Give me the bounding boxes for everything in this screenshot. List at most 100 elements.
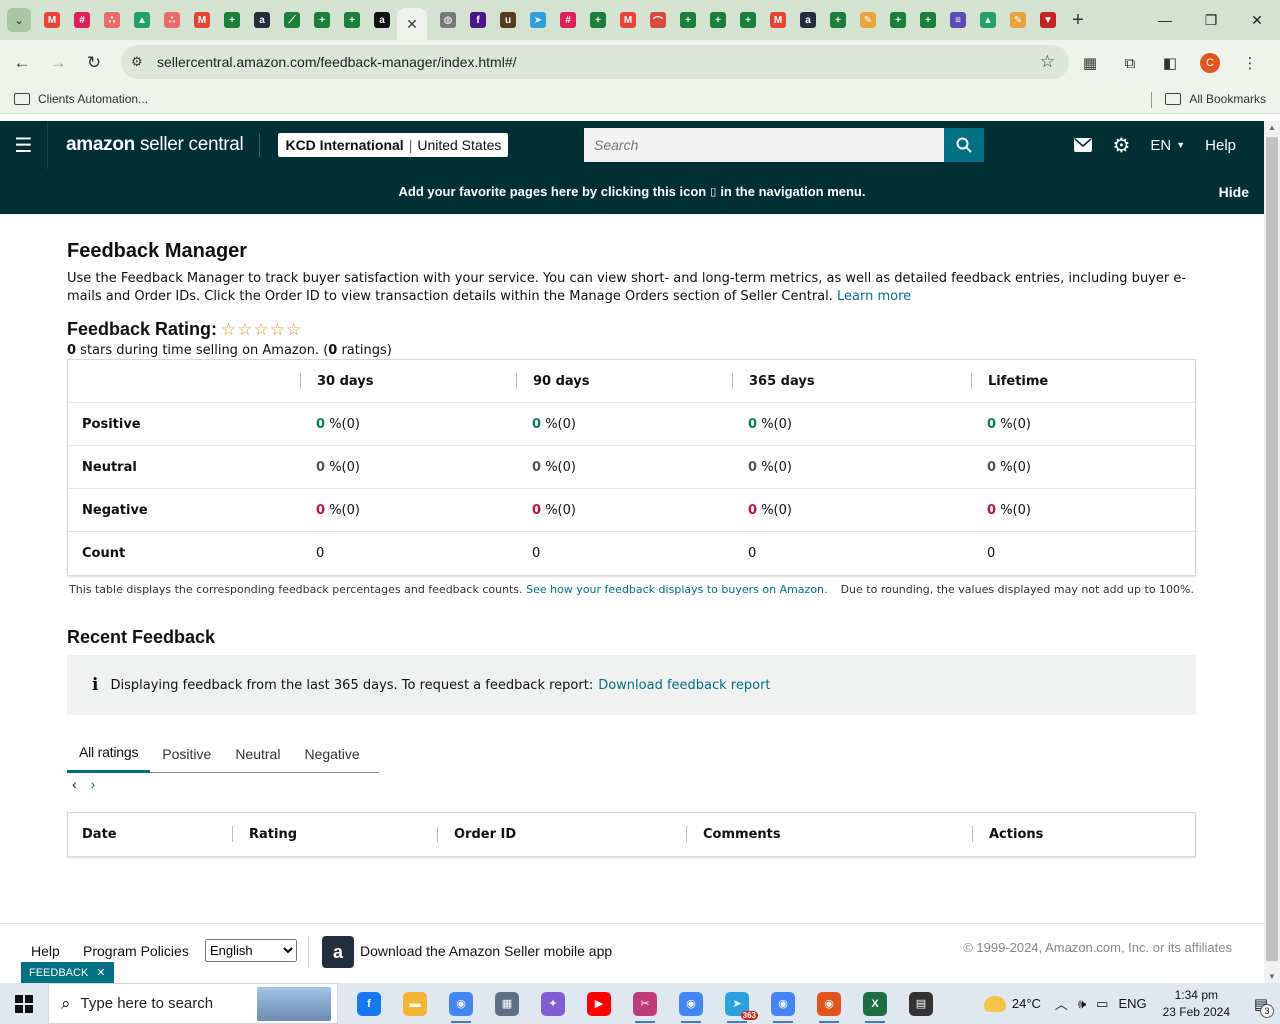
taskbar-app[interactable]: ▶ <box>576 983 622 1024</box>
browser-menu-icon[interactable]: ⋮ <box>1232 45 1268 81</box>
taskbar-app[interactable]: ◉ <box>806 983 852 1024</box>
active-tab-close-icon[interactable]: ✕ <box>397 8 427 40</box>
browser-tab[interactable]: ⌒ <box>643 5 673 35</box>
tray-overflow-chevron-icon[interactable]: ︿ <box>1055 994 1068 1013</box>
browser-tab[interactable]: ◍ <box>433 5 463 35</box>
browser-tab[interactable]: ▲ <box>127 5 157 35</box>
feedback-display-link[interactable]: See how your feedback displays to buyers… <box>526 583 827 596</box>
scroll-up-icon[interactable]: ▲ <box>1268 123 1276 132</box>
column-date[interactable]: Date <box>82 827 117 842</box>
browser-tab[interactable]: ▲ <box>973 5 1003 35</box>
side-panel-icon[interactable]: ◧ <box>1152 45 1188 81</box>
all-bookmarks-button[interactable]: All Bookmarks <box>1165 92 1266 106</box>
download-report-link[interactable]: Download feedback report <box>598 678 770 693</box>
minimize-icon[interactable]: — <box>1142 0 1188 40</box>
tab-neutral[interactable]: Neutral <box>223 734 292 773</box>
browser-tab[interactable]: a <box>367 5 397 35</box>
scroll-down-icon[interactable]: ▼ <box>1268 972 1276 981</box>
learn-more-link[interactable]: Learn more <box>837 289 911 304</box>
hamburger-menu-icon[interactable]: ☰ <box>0 121 48 169</box>
language-selector[interactable]: EN ▼ <box>1140 121 1195 169</box>
mail-icon[interactable] <box>1064 121 1102 169</box>
taskbar-search-box[interactable]: ⌕ Type here to search <box>48 983 338 1024</box>
browser-tab[interactable]: M <box>763 5 793 35</box>
page-scrollbar[interactable]: ▲ ▼ <box>1264 121 1280 983</box>
browser-tab[interactable]: ➤ <box>523 5 553 35</box>
reload-icon[interactable]: ↻ <box>76 45 112 81</box>
browser-tab[interactable]: ∴ <box>157 5 187 35</box>
notification-center-icon[interactable]: ▤ 3 <box>1242 983 1280 1024</box>
browser-tab[interactable]: ≡ <box>943 5 973 35</box>
taskbar-app[interactable]: ▬ <box>392 983 438 1024</box>
forward-icon[interactable]: → <box>40 45 76 81</box>
column-comments[interactable]: Comments <box>703 827 781 842</box>
chevron-right-icon[interactable]: › <box>91 776 96 792</box>
browser-tab[interactable]: + <box>913 5 943 35</box>
hide-button[interactable]: Hide <box>1219 184 1249 200</box>
chevron-left-icon[interactable]: ‹ <box>72 776 77 792</box>
browser-tab[interactable]: + <box>337 5 367 35</box>
browser-tab[interactable]: ∴ <box>97 5 127 35</box>
taskbar-app[interactable]: ✦ <box>530 983 576 1024</box>
browser-tab[interactable]: a <box>793 5 823 35</box>
browser-tab[interactable]: ✎ <box>1003 5 1033 35</box>
search-button[interactable] <box>944 128 984 162</box>
browser-tab[interactable]: ⟋ <box>277 5 307 35</box>
browser-tab[interactable]: + <box>217 5 247 35</box>
program-policies-link[interactable]: Program Policies <box>83 943 189 959</box>
input-language[interactable]: ENG <box>1118 996 1146 1011</box>
windows-start-icon[interactable] <box>0 983 48 1024</box>
bookmark-star-icon[interactable]: ☆ <box>1040 52 1055 72</box>
close-icon[interactable]: ✕ <box>96 966 105 979</box>
amazon-seller-app-icon[interactable]: a <box>322 936 354 968</box>
account-switcher[interactable]: KCD International | United States <box>278 133 509 157</box>
browser-tab[interactable]: ▼ <box>1033 5 1063 35</box>
footer-help-link[interactable]: Help <box>31 943 60 959</box>
seller-central-logo[interactable]: amazon seller central <box>66 134 244 156</box>
scrollbar-thumb[interactable] <box>1266 137 1278 961</box>
help-link[interactable]: Help <box>1195 121 1246 169</box>
bookmark-folder-clients[interactable]: Clients Automation... <box>14 92 148 106</box>
url-text[interactable]: sellercentral.amazon.com/feedback-manage… <box>157 54 517 70</box>
restore-icon[interactable]: ❐ <box>1188 0 1234 40</box>
taskbar-app[interactable]: ✂ <box>622 983 668 1024</box>
browser-tab[interactable]: + <box>307 5 337 35</box>
taskbar-app[interactable]: f <box>346 983 392 1024</box>
taskbar-app[interactable]: X <box>852 983 898 1024</box>
browser-tab[interactable]: + <box>733 5 763 35</box>
column-actions[interactable]: Actions <box>989 827 1043 842</box>
browser-tab[interactable]: + <box>703 5 733 35</box>
url-bar[interactable]: ⚙ sellercentral.amazon.com/feedback-mana… <box>121 45 1069 79</box>
browser-tab[interactable]: + <box>673 5 703 35</box>
column-rating[interactable]: Rating <box>249 827 297 842</box>
browser-tab[interactable]: ✎ <box>853 5 883 35</box>
tab-search-chevron-icon[interactable]: ⌄ <box>7 8 31 32</box>
qr-code-icon[interactable]: ▦ <box>1072 45 1108 81</box>
browser-tab[interactable]: + <box>583 5 613 35</box>
network-icon[interactable]: ▭ <box>1096 996 1108 1012</box>
feedback-badge[interactable]: FEEDBACK ✕ <box>21 962 114 983</box>
settings-gear-icon[interactable]: ⚙ <box>1102 121 1140 169</box>
search-input[interactable] <box>584 128 944 162</box>
taskbar-app[interactable]: ◉ <box>760 983 806 1024</box>
taskbar-app[interactable]: ▤ <box>898 983 944 1024</box>
browser-tab[interactable]: f <box>463 5 493 35</box>
taskbar-app[interactable]: ◉ <box>668 983 714 1024</box>
browser-tab[interactable]: + <box>883 5 913 35</box>
tab-all-ratings[interactable]: All ratings <box>67 734 151 773</box>
column-order-id[interactable]: Order ID <box>454 827 516 842</box>
footer-language-select[interactable]: English <box>205 939 297 962</box>
browser-tab[interactable]: M <box>187 5 217 35</box>
browser-tab[interactable]: a <box>247 5 277 35</box>
taskbar-app[interactable]: ➤ 363 <box>714 983 760 1024</box>
browser-tab[interactable]: # <box>553 5 583 35</box>
browser-tab[interactable]: + <box>823 5 853 35</box>
site-settings-icon[interactable]: ⚙ <box>131 54 151 70</box>
clock[interactable]: 1:34 pm 23 Feb 2024 <box>1163 987 1230 1021</box>
browser-tab[interactable]: M <box>37 5 67 35</box>
extensions-icon[interactable]: ⧉ <box>1112 45 1148 81</box>
taskbar-app[interactable]: ▦ <box>484 983 530 1024</box>
browser-tab[interactable]: u <box>493 5 523 35</box>
back-icon[interactable]: ← <box>4 45 40 81</box>
download-app-link[interactable]: Download the Amazon Seller mobile app <box>360 943 612 959</box>
